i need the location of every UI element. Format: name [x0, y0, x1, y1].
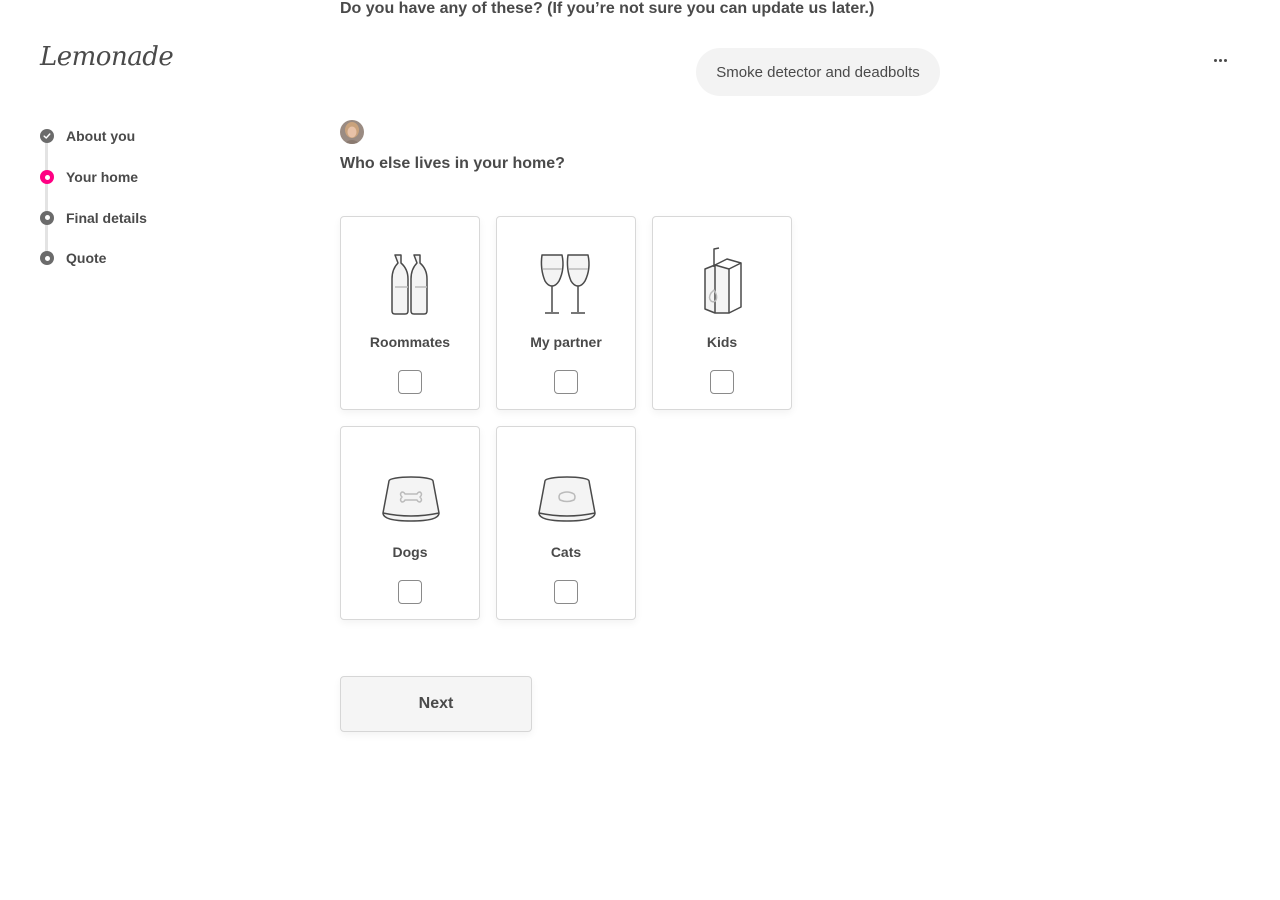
pending-step-icon: [40, 210, 54, 225]
option-card-roommates[interactable]: Roommates: [340, 216, 480, 410]
more-horizontal-icon: [1213, 58, 1217, 62]
option-checkbox[interactable]: [710, 370, 734, 394]
question-title: Who else lives in your home?: [340, 155, 565, 172]
option-checkbox[interactable]: [554, 580, 578, 604]
option-card-kids[interactable]: Kids: [652, 216, 792, 410]
wine-glasses-icon: [535, 247, 599, 317]
option-label: Dogs: [392, 544, 428, 560]
option-checkbox[interactable]: [398, 580, 422, 604]
check-icon: [40, 129, 54, 144]
option-checkbox[interactable]: [554, 370, 578, 394]
lemonade-logo[interactable]: Lemonade: [40, 42, 174, 72]
next-button[interactable]: Next: [340, 676, 532, 732]
previous-question: Do you have any of these? (If you’re not…: [340, 0, 875, 17]
avatar: [340, 120, 364, 144]
step-final-details[interactable]: Final details: [40, 197, 280, 238]
option-checkbox[interactable]: [398, 370, 422, 394]
pending-step-icon: [40, 251, 54, 266]
option-label: My partner: [530, 334, 602, 350]
option-card-dogs[interactable]: Dogs: [340, 426, 480, 620]
previous-answer-bubble: Smoke detector and deadbolts: [696, 48, 940, 96]
juice-box-icon: [691, 247, 755, 317]
option-label: Roommates: [369, 334, 451, 350]
dog-bowl-icon: [379, 457, 443, 527]
step-about-you[interactable]: About you: [40, 116, 280, 157]
option-card-cats[interactable]: Cats: [496, 426, 636, 620]
current-step-icon: [40, 170, 54, 185]
step-label: About you: [66, 128, 136, 145]
cat-bowl-icon: [535, 457, 599, 527]
step-quote[interactable]: Quote: [40, 238, 280, 279]
step-label: Quote: [66, 250, 107, 267]
option-label: Cats: [550, 544, 582, 560]
bottles-icon: [379, 247, 443, 317]
step-label: Your home: [66, 169, 139, 186]
option-card-my-partner[interactable]: My partner: [496, 216, 636, 410]
step-your-home[interactable]: Your home: [40, 157, 280, 198]
option-label: Kids: [706, 334, 738, 350]
progress-steps: About you Your home Final details Quote: [40, 116, 280, 279]
more-options-button[interactable]: [1206, 48, 1234, 72]
step-label: Final details: [66, 209, 147, 226]
